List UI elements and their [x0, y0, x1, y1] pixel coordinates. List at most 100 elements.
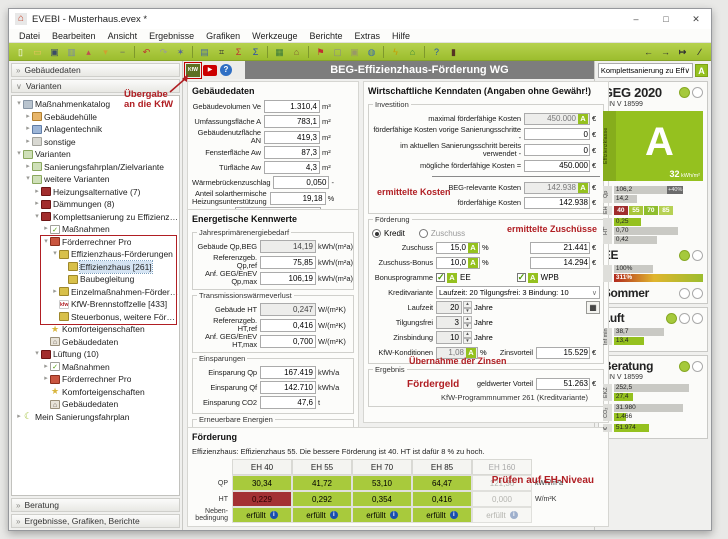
investition-value-field[interactable]: 0 [524, 128, 590, 140]
new-file-icon[interactable]: ▯ [13, 45, 28, 59]
field-input[interactable]: 0,050 [273, 176, 329, 189]
tree-item[interactable]: ▾Varianten [12, 148, 179, 161]
accordion-ergebnisse[interactable]: » Ergebnisse, Grafiken, Berichte [11, 514, 180, 528]
tree-expander-icon[interactable]: ▾ [15, 148, 23, 161]
variant-dropdown[interactable]: Komplettsanierung zu Eff ∨ [598, 63, 693, 78]
import-icon[interactable]: ▾ [98, 45, 113, 59]
close-button[interactable]: ✕ [681, 9, 711, 29]
edit-icon[interactable]: ∕ [692, 45, 707, 59]
bonus-pct-input[interactable]: 10,0 A [436, 257, 480, 269]
undo-icon[interactable]: ↶ [139, 45, 154, 59]
zuschuss-pct-input[interactable]: 15,0 A [436, 242, 480, 254]
laufzeit-input[interactable]: 20 [436, 301, 462, 314]
field-input[interactable]: 0,700 [260, 335, 316, 348]
spinner-arrows-icon[interactable]: ▲▼ [463, 316, 472, 329]
tree-expander-icon[interactable]: ▾ [33, 348, 41, 361]
forward-icon[interactable]: → [658, 45, 673, 59]
tree-item[interactable]: ★Komforteigenschaften [12, 323, 179, 336]
field-input[interactable]: 87,3 [264, 146, 320, 159]
tree-expander-icon[interactable]: ▾ [24, 173, 32, 186]
tree-expander-icon[interactable]: ▸ [42, 373, 50, 386]
tree-expander-icon[interactable]: ▾ [15, 98, 23, 111]
tree-expander-icon[interactable]: ▸ [24, 123, 32, 136]
sum-red-icon[interactable]: Σ [231, 45, 246, 59]
geldwerter-vorteil-field[interactable]: 51.263 [536, 378, 590, 390]
spinner-arrows-icon[interactable]: ▲▼ [463, 301, 472, 314]
calculator-button[interactable]: ▦ [586, 301, 600, 314]
tree-item[interactable]: Effizienzhaus [261] [12, 261, 179, 274]
tree-expander-icon[interactable]: ▸ [24, 136, 32, 149]
menu-werkzeuge[interactable]: Werkzeuge [246, 31, 303, 41]
tree-item[interactable]: ▾Komplettsanierung zu Effizienzhaus (9) [12, 211, 179, 224]
investition-value-field[interactable]: 142.938A [524, 182, 590, 194]
tilgungsfrei-input[interactable]: 3 [436, 316, 462, 329]
tree-item[interactable]: ▾weitere Varianten [12, 173, 179, 186]
tree-expander-icon[interactable]: ▸ [42, 361, 50, 374]
exit-icon[interactable]: ▮ [446, 45, 461, 59]
tree-item[interactable]: ▸Heizungsalternative (7) [12, 186, 179, 199]
field-input[interactable]: 19,18 [270, 192, 326, 205]
field-input[interactable]: 783,1 [264, 115, 320, 128]
investition-value-field[interactable]: 142.938 [524, 197, 590, 209]
balance-icon[interactable]: ⌗ [214, 45, 229, 59]
radio-zuschuss[interactable] [419, 229, 428, 238]
building-icon[interactable]: ⌂ [289, 45, 304, 59]
copy-icon[interactable]: ▥ [64, 45, 79, 59]
tree-item[interactable]: Steuerbonus, weitere Förderungen [12, 311, 179, 324]
menu-datei[interactable]: Datei [13, 31, 46, 41]
investition-value-field[interactable]: 450.000A [524, 113, 590, 125]
menu-hilfe[interactable]: Hilfe [386, 31, 416, 41]
field-input[interactable]: 0,416 [260, 319, 316, 332]
tree-item[interactable]: ▸Dämmungen (8) [12, 198, 179, 211]
card-icon[interactable]: ▣ [347, 45, 362, 59]
tree-expander-icon[interactable]: ▸ [33, 186, 41, 199]
spin-down-icon[interactable]: ▼ [463, 338, 472, 345]
field-input[interactable]: 0,247 [260, 303, 316, 316]
menu-ansicht[interactable]: Ansicht [102, 31, 144, 41]
field-input[interactable]: 419,3 [264, 131, 320, 144]
tree-item[interactable]: ▾Förderrechner Pro [12, 236, 179, 249]
info-icon[interactable]: i [270, 511, 278, 519]
tree-expander-icon[interactable]: ▸ [15, 411, 23, 424]
tree-expander-icon[interactable]: ▸ [24, 161, 32, 174]
field-input[interactable]: 167.419 [260, 366, 316, 379]
menu-berichte[interactable]: Berichte [303, 31, 348, 41]
info-icon[interactable]: i [390, 511, 398, 519]
field-input[interactable]: 1.310,4 [264, 100, 320, 113]
chart-icon[interactable]: ▦ [272, 45, 287, 59]
globe-icon[interactable]: ◍ [364, 45, 379, 59]
tree-item[interactable]: ★Komforteigenschaften [12, 386, 179, 399]
tree-item[interactable]: ▸sonstige [12, 136, 179, 149]
flag-icon[interactable]: ⚑ [313, 45, 328, 59]
help-toolbar-icon[interactable]: ? [429, 45, 444, 59]
accordion-beratung[interactable]: » Beratung [11, 498, 180, 512]
checkbox-wpb[interactable] [517, 273, 526, 282]
menu-ergebnisse[interactable]: Ergebnisse [143, 31, 200, 41]
field-input[interactable]: 14,19 [260, 240, 316, 253]
tree-item[interactable]: ▸Sanierungsfahrplan/Zielvariante [12, 161, 179, 174]
report-icon[interactable]: ▤ [197, 45, 212, 59]
tree-expander-icon[interactable]: ▸ [24, 111, 32, 124]
tree-item[interactable]: ▸Förderrechner Pro [12, 373, 179, 386]
field-input[interactable]: 106,19 [260, 272, 316, 285]
maximize-button[interactable]: □ [651, 9, 681, 29]
info-icon[interactable]: i [510, 511, 518, 519]
help-icon[interactable]: ? [220, 64, 232, 76]
tree-expander-icon[interactable]: ▾ [33, 211, 41, 224]
save-icon[interactable]: ▣ [47, 45, 62, 59]
tree-item[interactable]: ▸Einzelmaßnahmen-Förderungen [12, 286, 179, 299]
tree-expander-icon[interactable]: ▾ [42, 236, 50, 249]
tree-item[interactable]: ▸Gebäudehülle [12, 111, 179, 124]
info-icon[interactable]: i [450, 511, 458, 519]
zinsvorteil-field[interactable]: 15.529 [536, 347, 590, 359]
tree-item[interactable]: kfwKfW-Brennstoffzelle [433] [12, 298, 179, 311]
tree-expander-icon[interactable]: ▸ [42, 223, 50, 236]
field-input[interactable]: 4,3 [264, 161, 320, 174]
menu-grafiken[interactable]: Grafiken [200, 31, 246, 41]
tree-item[interactable]: ▸Anlagentechnik [12, 123, 179, 136]
zinsbindung-input[interactable]: 10 [436, 331, 462, 344]
checkbox-ee[interactable] [436, 273, 445, 282]
info-icon[interactable]: i [330, 511, 338, 519]
sum-blue-icon[interactable]: Σ [248, 45, 263, 59]
spinner-arrows-icon[interactable]: ▲▼ [463, 331, 472, 344]
